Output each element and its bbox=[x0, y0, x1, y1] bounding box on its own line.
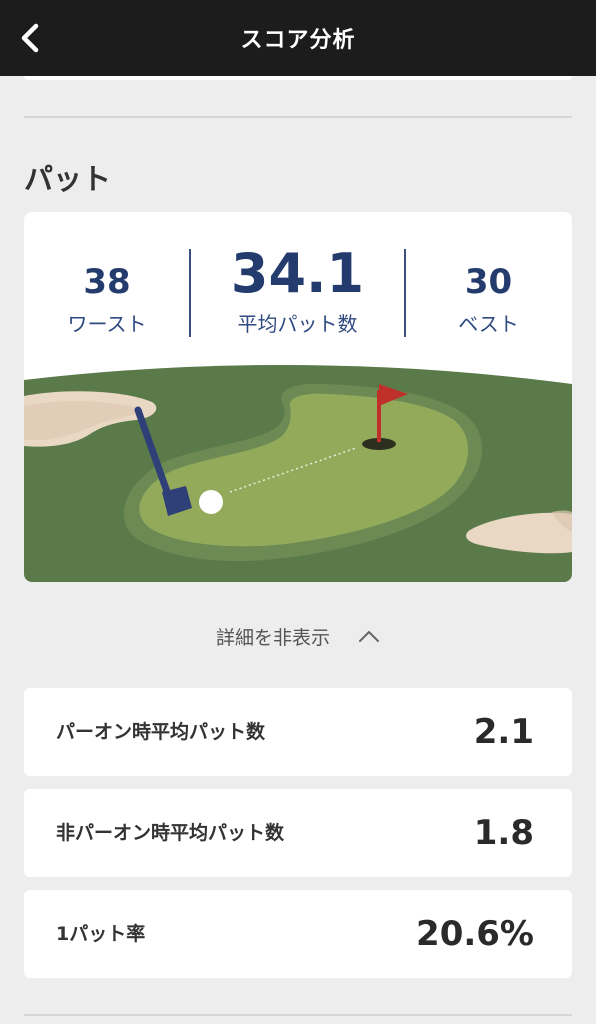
page-title: スコア分析 bbox=[240, 28, 356, 53]
details-toggle-label: 詳細を非表示 bbox=[215, 626, 330, 649]
stat-worst-value: 38 bbox=[83, 262, 131, 302]
back-button[interactable] bbox=[8, 14, 52, 62]
detail-row-paron-putts: パーオン時平均パット数 2.1 bbox=[24, 688, 572, 776]
details-toggle-button[interactable]: 詳細を非表示 bbox=[0, 616, 596, 656]
putt-summary-card: 38 ワースト 34.1 平均パット数 30 ベスト bbox=[24, 212, 572, 582]
golf-ball-icon bbox=[199, 490, 223, 514]
stat-best-label: ベスト bbox=[458, 312, 519, 336]
putting-green-illustration bbox=[24, 364, 572, 582]
putt-stats: 38 ワースト 34.1 平均パット数 30 ベスト bbox=[24, 212, 572, 362]
detail-label: 1パット率 bbox=[56, 923, 146, 945]
chevron-up-icon bbox=[359, 631, 379, 642]
stat-average-value: 34.1 bbox=[230, 242, 365, 305]
stat-best: 30 ベスト bbox=[405, 212, 572, 362]
section-divider-bottom bbox=[24, 1014, 572, 1016]
detail-value: 1.8 bbox=[473, 813, 534, 853]
section-divider-top bbox=[24, 116, 572, 118]
stat-worst-label: ワースト bbox=[67, 312, 147, 336]
app-header: スコア分析 bbox=[0, 0, 596, 76]
stat-average: 34.1 平均パット数 bbox=[190, 212, 405, 362]
stat-best-value: 30 bbox=[464, 262, 513, 302]
detail-label: 非パーオン時平均パット数 bbox=[56, 822, 285, 844]
detail-row-non-paron-putts: 非パーオン時平均パット数 1.8 bbox=[24, 789, 572, 877]
section-title: パット bbox=[24, 162, 112, 196]
stat-worst: 38 ワースト bbox=[24, 212, 190, 362]
detail-value: 20.6% bbox=[416, 914, 534, 954]
stat-average-label: 平均パット数 bbox=[237, 312, 358, 336]
detail-label: パーオン時平均パット数 bbox=[56, 721, 266, 743]
detail-value: 2.1 bbox=[473, 712, 534, 752]
previous-card-edge bbox=[24, 76, 572, 80]
detail-row-one-putt-rate: 1パット率 20.6% bbox=[24, 890, 572, 978]
chevron-left-icon bbox=[21, 23, 39, 53]
